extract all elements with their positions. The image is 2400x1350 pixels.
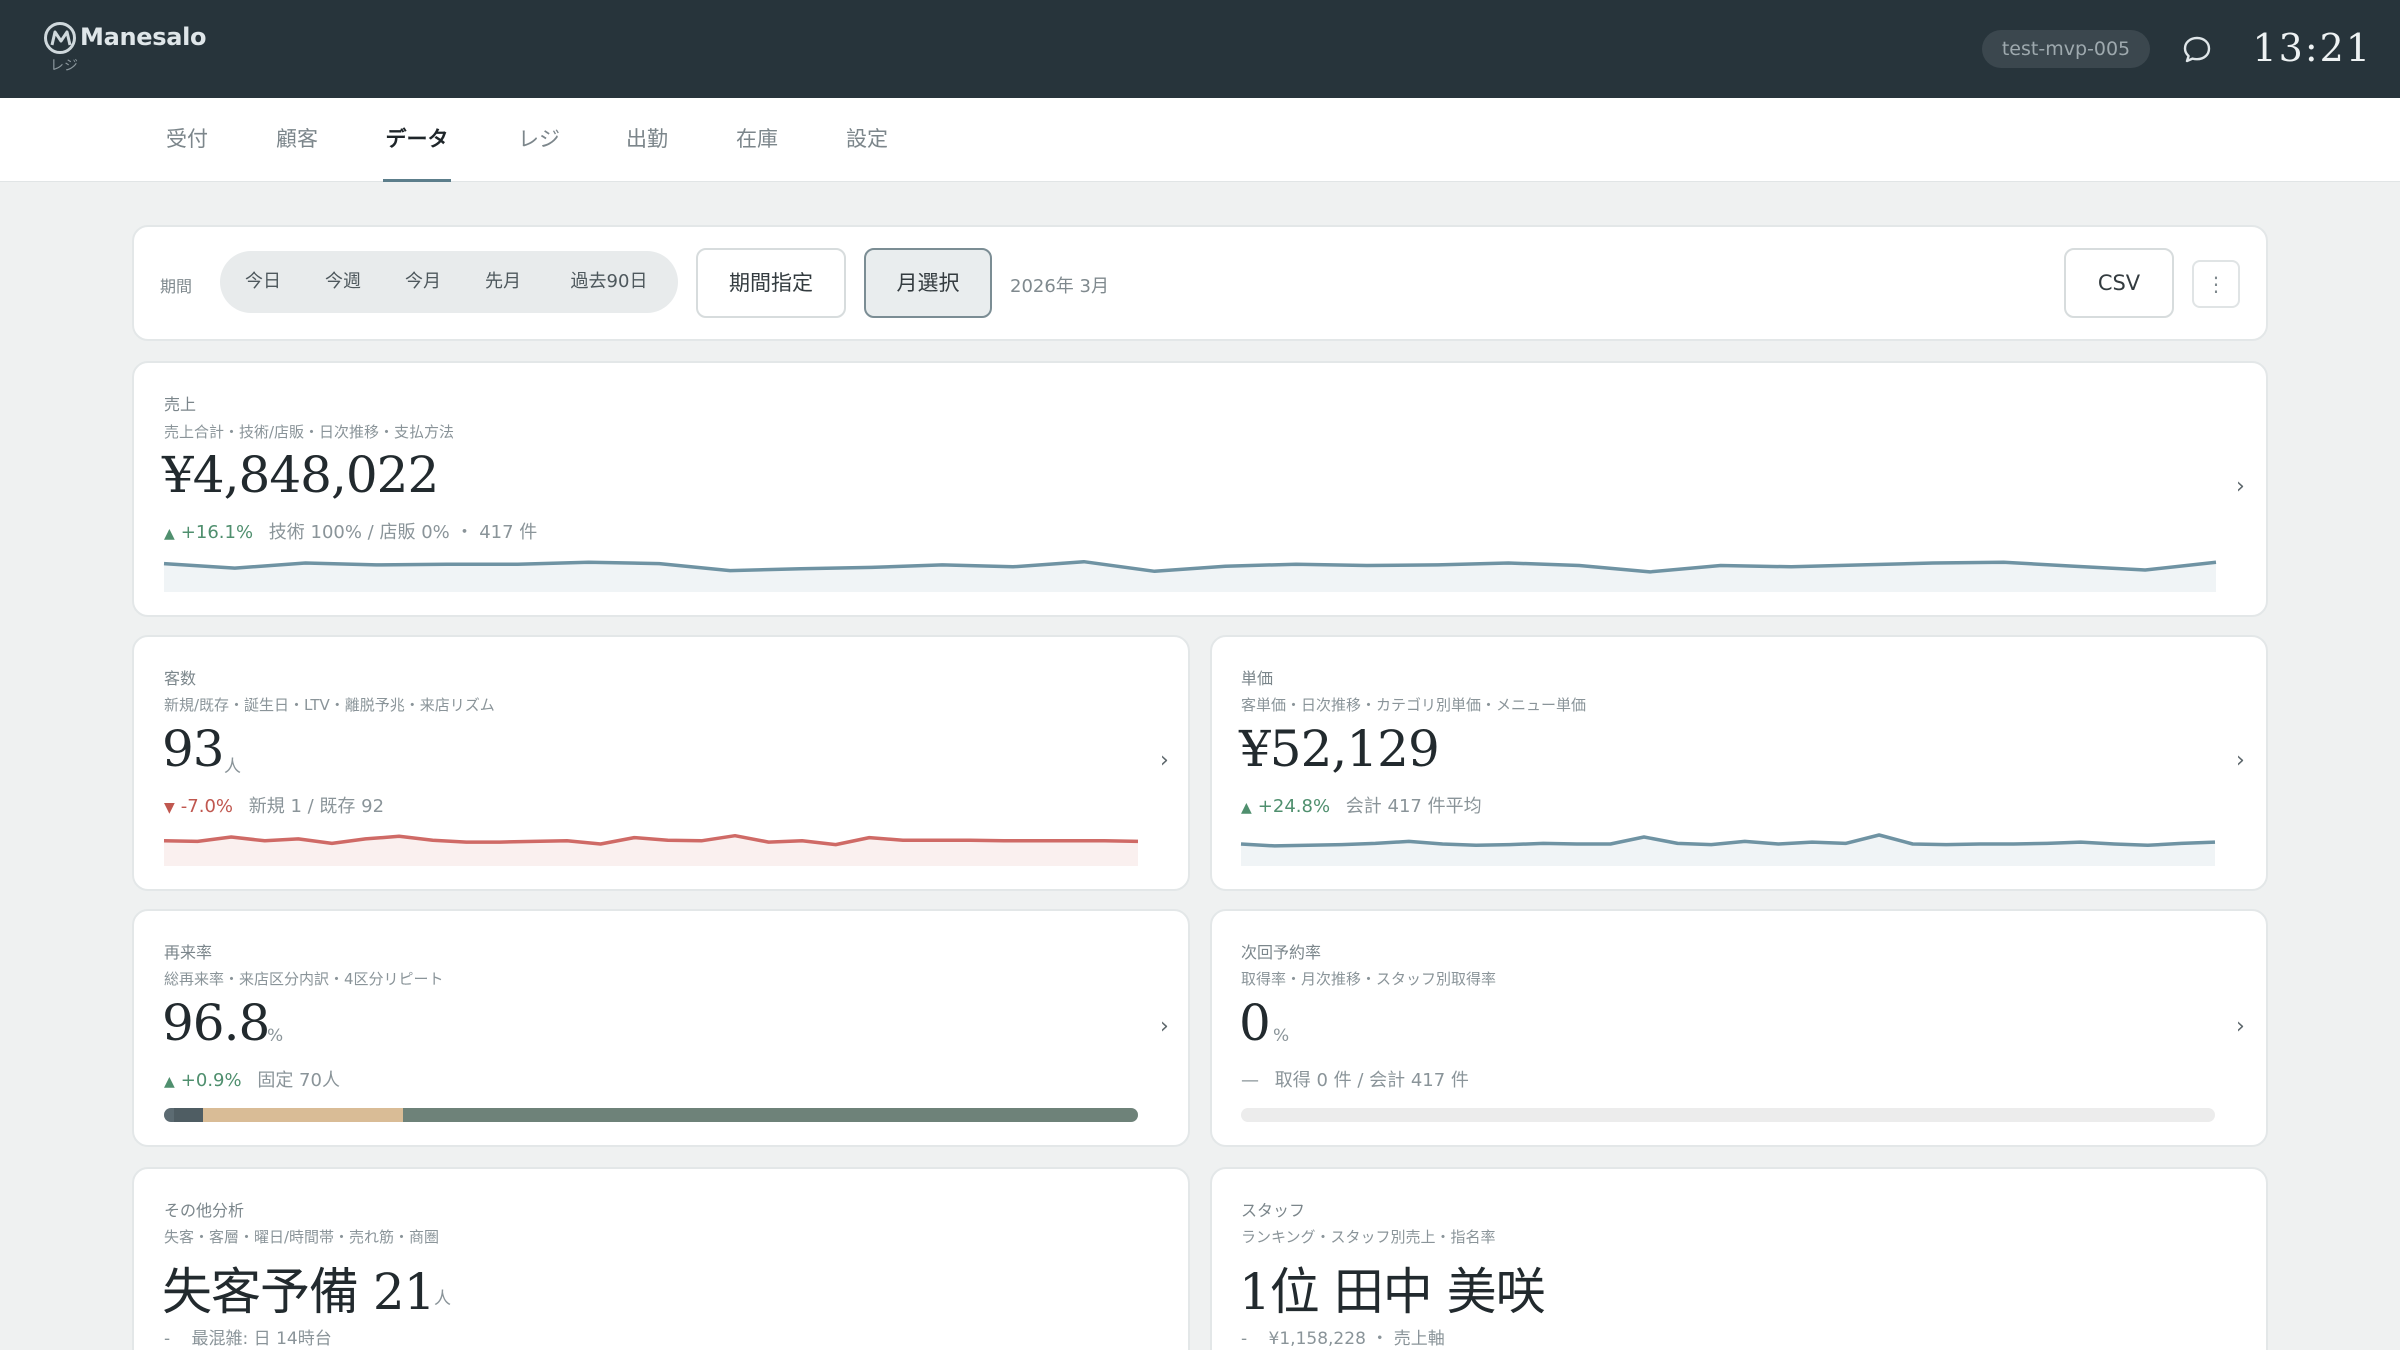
return-rate-segment-4 — [402, 1108, 1138, 1122]
return-rate-delta-row: ▲ +0.9% 固定 70人 — [164, 1066, 340, 1092]
next-booking-title: 次回予約率 — [1241, 943, 1322, 962]
period-label: 期間 — [160, 277, 193, 296]
customers-unit: 人 — [224, 757, 241, 777]
customers-value: 93 — [162, 720, 225, 778]
staff-subtitle: ランキング・スタッフ別売上・指名率 — [1241, 1228, 1496, 1246]
chevron-right-icon[interactable]: › — [2236, 474, 2245, 499]
period-this-month[interactable]: 今月 — [390, 251, 456, 313]
return-rate-segment-1 — [164, 1108, 174, 1122]
logo-m-icon — [44, 22, 76, 54]
csv-export-button[interactable]: CSV — [2064, 248, 2174, 318]
staff-delta: - — [1241, 1329, 1248, 1349]
staff-title: スタッフ — [1241, 1201, 1306, 1220]
up-triangle-icon: ▲ — [164, 526, 175, 542]
up-triangle-icon: ▲ — [1241, 800, 1252, 816]
return-rate-breakdown-bar — [164, 1108, 1138, 1122]
other-analysis-delta: - — [164, 1329, 171, 1349]
up-triangle-icon: ▲ — [164, 1074, 175, 1090]
customers-detail: 新規 1 / 既存 92 — [248, 796, 385, 817]
tab-attendance[interactable]: 出勤 — [624, 98, 670, 182]
more-menu-icon[interactable]: ⋮ — [2192, 260, 2240, 308]
sales-delta-row: ▲ +16.1% 技術 100% / 店販 0% ・ 417 件 — [164, 518, 537, 544]
period-segmented-control: 今日 今週 今月 先月 過去90日 — [220, 251, 678, 313]
other-analysis-detail: 最混雑: 日 14時台 — [191, 1329, 332, 1349]
other-analysis-subtitle: 失客・客層・曜日/時間帯・売れ筋・商圏 — [164, 1228, 440, 1246]
return-rate-delta: ▲ +0.9% — [164, 1070, 242, 1091]
brand-subtitle: レジ — [50, 58, 78, 74]
next-booking-unit: % — [1273, 1026, 1290, 1046]
return-rate-unit: % — [267, 1026, 284, 1046]
next-booking-progress-bar — [1241, 1108, 2215, 1122]
tab-reception[interactable]: 受付 — [164, 98, 210, 182]
unit-price-trend-sparkline — [1240, 833, 2216, 866]
month-select-button[interactable]: 月選択 — [864, 248, 992, 318]
tab-register[interactable]: レジ — [516, 98, 562, 182]
other-analysis-value: 失客予備 21 — [162, 1263, 436, 1321]
tab-settings[interactable]: 設定 — [844, 98, 890, 182]
next-booking-delta-row: — 取得 0 件 / 会計 417 件 — [1241, 1066, 1469, 1092]
period-last-90-days[interactable]: 過去90日 — [550, 251, 668, 313]
sales-subtitle: 売上合計・技術/店販・日次推移・支払方法 — [164, 423, 455, 441]
brand-name: Manesalo — [80, 23, 207, 51]
chevron-right-icon[interactable]: › — [1160, 1014, 1169, 1039]
unit-price-detail: 会計 417 件平均 — [1345, 796, 1482, 817]
next-booking-delta: — — [1241, 1070, 1259, 1091]
chevron-right-icon[interactable]: › — [2236, 748, 2245, 773]
return-rate-subtitle: 総再来率・来店区分内訳・4区分リピート — [164, 970, 444, 988]
other-analysis-unit: 人 — [434, 1289, 451, 1309]
unit-price-value: ¥52,129 — [1239, 720, 1440, 778]
sales-detail: 技術 100% / 店販 0% ・ 417 件 — [268, 522, 538, 543]
tab-inventory[interactable]: 在庫 — [734, 98, 780, 182]
tab-customers[interactable]: 顧客 — [274, 98, 320, 182]
sales-title: 売上 — [164, 395, 197, 414]
clock: 13:21 — [2252, 26, 2372, 70]
unit-price-subtitle: 客単価・日次推移・カテゴリ別単価・メニュー単価 — [1241, 696, 1587, 714]
chevron-right-icon[interactable]: › — [2236, 1014, 2245, 1039]
date-range-button[interactable]: 期間指定 — [696, 248, 846, 318]
return-rate-title: 再来率 — [164, 943, 213, 962]
next-booking-value: 0 — [1239, 994, 1271, 1052]
return-rate-segment-2 — [173, 1108, 203, 1122]
tab-data[interactable]: データ — [383, 98, 451, 182]
chevron-right-icon[interactable]: › — [1160, 748, 1169, 773]
sales-trend-area — [164, 561, 2216, 592]
down-triangle-icon: ▼ — [164, 800, 175, 816]
staff-value: 1位 田中 美咲 — [1239, 1263, 1546, 1321]
customers-subtitle: 新規/既存・誕生日・LTV・離脱予兆・来店リズム — [164, 696, 495, 714]
period-last-month[interactable]: 先月 — [468, 251, 538, 313]
next-booking-detail: 取得 0 件 / 会計 417 件 — [1274, 1070, 1469, 1091]
selected-month: 2026年 3月 — [1010, 276, 1109, 297]
unit-price-delta: ▲ +24.8% — [1241, 796, 1331, 817]
return-rate-segment-3 — [202, 1108, 403, 1122]
period-this-week[interactable]: 今週 — [308, 251, 378, 313]
staff-detail: ¥1,158,228 ・ 売上軸 — [1268, 1329, 1445, 1349]
customers-title: 客数 — [164, 669, 197, 688]
unit-price-trend-area — [1241, 835, 2215, 866]
other-analysis-delta-row: - 最混雑: 日 14時台 — [164, 1324, 332, 1349]
customers-delta-row: ▼ -7.0% 新規 1 / 既存 92 — [164, 792, 384, 818]
sales-delta: ▲ +16.1% — [164, 522, 254, 543]
return-rate-value: 96.8 — [162, 994, 270, 1052]
unit-price-title: 単価 — [1241, 669, 1274, 688]
period-today[interactable]: 今日 — [230, 251, 296, 313]
account-badge[interactable]: test-mvp-005 — [1982, 30, 2150, 68]
main-nav: 受付 顧客 データ レジ 出勤 在庫 設定 — [0, 98, 2400, 182]
unit-price-trend-line — [1240, 833, 2216, 848]
sales-trend-sparkline — [163, 559, 2217, 592]
customers-trend-sparkline — [163, 833, 1139, 866]
chat-icon[interactable] — [2180, 32, 2214, 66]
staff-delta-row: - ¥1,158,228 ・ 売上軸 — [1241, 1324, 1445, 1349]
return-rate-detail: 固定 70人 — [257, 1070, 340, 1091]
other-analysis-title: その他分析 — [164, 1201, 245, 1220]
next-booking-subtitle: 取得率・月次推移・スタッフ別取得率 — [1241, 970, 1497, 988]
sales-value: ¥4,848,022 — [162, 446, 439, 504]
unit-price-delta-row: ▲ +24.8% 会計 417 件平均 — [1241, 792, 1482, 818]
top-bar: Manesalo レジ test-mvp-005 13:21 — [0, 0, 2400, 98]
customers-delta: ▼ -7.0% — [164, 796, 234, 817]
